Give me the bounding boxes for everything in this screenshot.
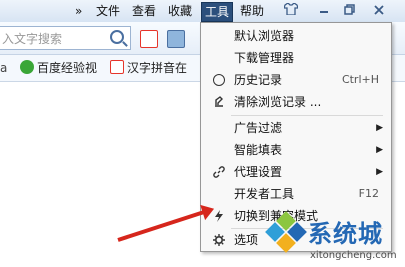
screenshot-icon[interactable] xyxy=(167,30,185,48)
clock-icon xyxy=(213,74,225,86)
menu-view[interactable]: 查看 xyxy=(132,3,156,19)
menu-item-developer-tools[interactable]: 开发者工具 F12 xyxy=(201,183,391,205)
close-icon[interactable] xyxy=(370,2,388,20)
minimize-icon[interactable] xyxy=(315,2,333,20)
menu-tools[interactable]: 工具 xyxy=(201,2,234,22)
favorites-item[interactable]: 汉字拼音在 xyxy=(110,60,187,76)
submenu-arrow-icon: ▶ xyxy=(376,145,383,155)
menu-item-ad-filter[interactable]: 广告过滤 ▶ xyxy=(201,117,391,139)
menu-item-autofill[interactable]: 智能填表 ▶ xyxy=(201,139,391,161)
weibo-icon[interactable] xyxy=(140,30,158,48)
menu-item-clear-history[interactable]: 清除浏览记录 ... xyxy=(201,91,391,113)
z-icon xyxy=(110,60,124,74)
menu-favorites[interactable]: 收藏 xyxy=(168,3,192,19)
menu-help[interactable]: 帮助 xyxy=(240,3,264,19)
play-icon xyxy=(20,60,34,74)
favorites-item-partial[interactable]: a xyxy=(0,60,7,76)
menu-file[interactable]: 文件 xyxy=(96,3,120,19)
favorites-item-label: 汉字拼音在 xyxy=(127,61,188,75)
overflow-chevron[interactable]: » xyxy=(75,3,82,19)
diamond-logo-icon xyxy=(265,211,307,253)
menu-item-history[interactable]: 历史记录 Ctrl+H xyxy=(201,69,391,91)
menu-separator xyxy=(231,115,383,116)
search-box[interactable]: 入文字搜索 xyxy=(0,26,131,50)
restore-icon[interactable] xyxy=(340,2,358,20)
gear-icon xyxy=(213,234,225,246)
favorites-item[interactable]: 百度经验视 xyxy=(20,60,97,76)
link-icon xyxy=(213,166,225,178)
watermark-brand: 系统城 xyxy=(308,220,383,248)
watermark-logo: 系统城 xitongcheng.com xyxy=(265,211,405,267)
submenu-arrow-icon: ▶ xyxy=(376,123,383,133)
submenu-arrow-icon: ▶ xyxy=(376,167,383,177)
shirt-icon[interactable] xyxy=(282,2,300,20)
favorites-item-label: 百度经验视 xyxy=(37,61,98,75)
menu-bar: » 文件 查看 收藏 工具 帮助 xyxy=(0,0,405,23)
watermark-url: xitongcheng.com xyxy=(310,250,397,261)
menu-item-default-browser[interactable]: 默认浏览器 xyxy=(201,25,391,47)
eraser-icon xyxy=(213,96,225,108)
search-icon[interactable] xyxy=(110,30,124,44)
search-input[interactable]: 入文字搜索 xyxy=(2,30,62,47)
menu-item-proxy-settings[interactable]: 代理设置 ▶ xyxy=(201,161,391,183)
menu-item-download-manager[interactable]: 下载管理器 xyxy=(201,47,391,69)
